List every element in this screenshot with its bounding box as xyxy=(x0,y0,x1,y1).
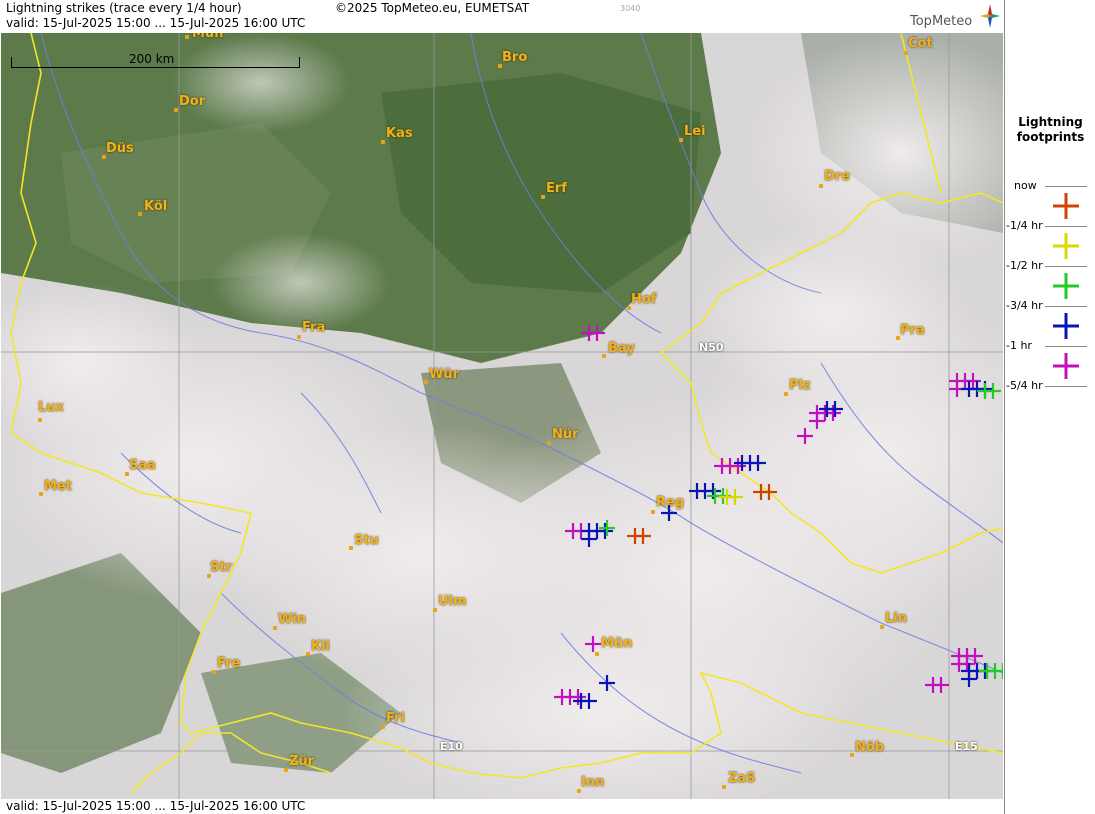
valid-time-top: valid: 15-Jul-2025 15:00 ... 15-Jul-2025… xyxy=(6,16,306,30)
lightning-strike-marker xyxy=(589,325,605,341)
lightning-strike-marker xyxy=(761,484,777,500)
map-title: Lightning strikes (trace every 1/4 hour) xyxy=(6,1,242,15)
legend-panel: Lightning footprints now -1/4 hr -1/2 hr… xyxy=(1004,0,1095,814)
legend-cross xyxy=(1053,353,1079,379)
lightning-strike-layer xyxy=(554,325,1003,709)
valid-time-bottom: valid: 15-Jul-2025 15:00 ... 15-Jul-2025… xyxy=(6,799,306,813)
lightning-strike-marker xyxy=(965,373,981,389)
lightning-strike-marker xyxy=(959,656,975,672)
lightning-strike-marker xyxy=(661,505,677,521)
lightning-strike-marker xyxy=(809,413,825,429)
lightning-strike-marker xyxy=(635,528,651,544)
compass-logo-icon xyxy=(980,4,1000,28)
lightning-strike-marker xyxy=(570,689,586,705)
legend-cross xyxy=(1053,193,1079,219)
lightning-strike-marker xyxy=(961,671,977,687)
lightning-strike-marker xyxy=(995,663,1003,679)
legend-cross xyxy=(1053,313,1079,339)
map-header: Lightning strikes (trace every 1/4 hour)… xyxy=(0,0,1004,33)
copyright-text: ©2025 TopMeteo.eu, EUMETSAT xyxy=(335,1,530,15)
lightning-strike-marker xyxy=(827,401,843,417)
lightning-strike-marker xyxy=(585,636,601,652)
lightning-strike-marker xyxy=(933,677,949,693)
lightning-strike-marker xyxy=(727,489,743,505)
product-code: 3040 xyxy=(620,4,641,13)
legend-cross xyxy=(1053,233,1079,259)
lightning-strike-marker xyxy=(581,693,597,709)
lightning-strike-marker xyxy=(797,428,813,444)
lightning-strike-marker xyxy=(985,383,1001,399)
lightning-strike-marker xyxy=(597,523,613,539)
brand-name: TopMeteo xyxy=(910,14,973,29)
lightning-strike-marker xyxy=(730,458,746,474)
legend-cross-layer xyxy=(1053,193,1079,379)
lightning-strike-marker xyxy=(581,531,597,547)
lightning-strike-marker xyxy=(599,520,615,536)
lightning-strike-marker xyxy=(967,648,983,664)
lightning-strike-marker xyxy=(750,455,766,471)
legend-cross xyxy=(1053,273,1079,299)
map-footer: valid: 15-Jul-2025 15:00 ... 15-Jul-2025… xyxy=(0,799,1004,814)
satellite-map[interactable]: N50 E10 E15 200 km Mün Dor Düs Köl Kas B… xyxy=(1,33,1003,799)
lightning-strike-marker xyxy=(599,675,615,691)
